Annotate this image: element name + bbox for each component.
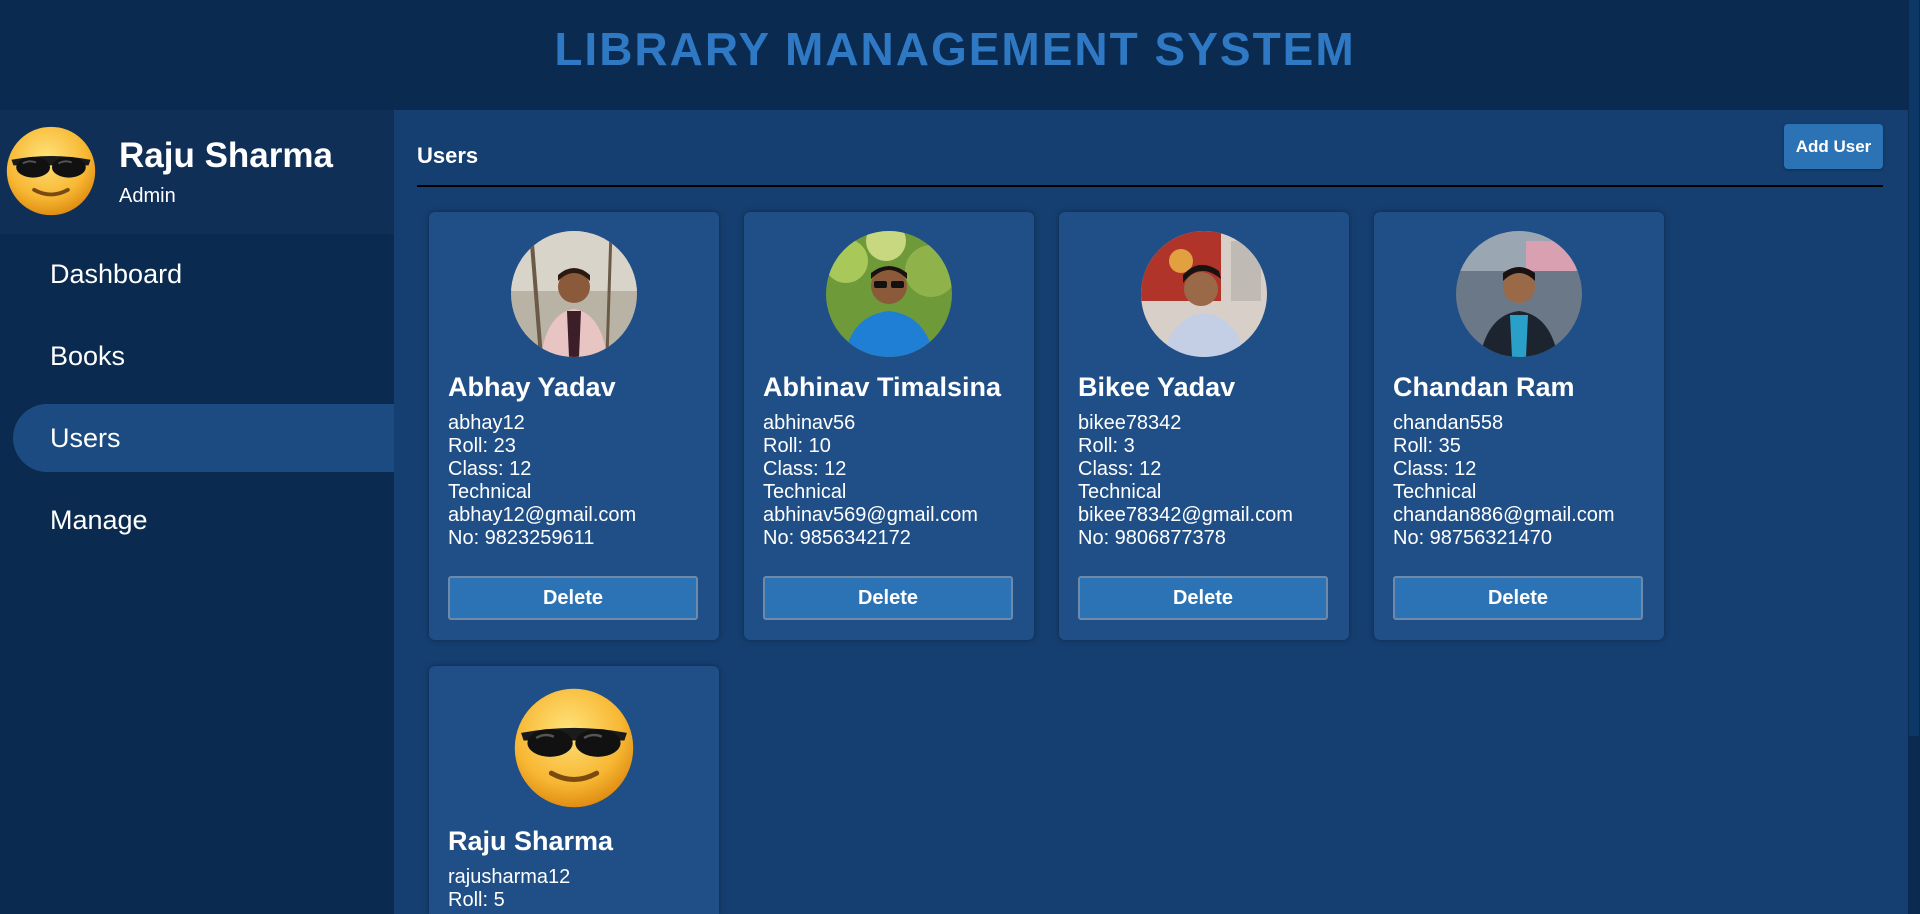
user-roll: Roll: 10 bbox=[763, 435, 831, 457]
user-email: bikee78342@gmail.com bbox=[1078, 504, 1293, 526]
user-roll: Roll: 35 bbox=[1393, 435, 1461, 457]
user-class: Class: 12 bbox=[1078, 458, 1162, 480]
user-username: rajusharma12 bbox=[448, 866, 571, 888]
user-class: Class: 12 bbox=[448, 458, 532, 480]
user-photo bbox=[1456, 231, 1582, 357]
app-title: LIBRARY MANAGEMENT SYSTEM bbox=[554, 23, 1356, 75]
user-stream: Technical bbox=[1078, 481, 1162, 503]
user-details: chandan558 Roll: 35 Class: 12 Technical … bbox=[1393, 412, 1615, 550]
user-username: chandan558 bbox=[1393, 412, 1504, 434]
user-stream: Technical bbox=[448, 481, 532, 503]
header-divider bbox=[417, 185, 1883, 187]
user-details: rajusharma12 Roll: 5 bbox=[448, 866, 570, 912]
user-class: Class: 12 bbox=[1393, 458, 1477, 480]
user-name: Bikee Yadav bbox=[1078, 372, 1236, 402]
user-email: chandan886@gmail.com bbox=[1393, 504, 1615, 526]
delete-button[interactable]: Delete bbox=[763, 576, 1013, 620]
user-roll: Roll: 3 bbox=[1078, 435, 1135, 457]
profile-panel: Raju Sharma Admin bbox=[0, 110, 394, 234]
user-details: bikee78342 Roll: 3 Class: 12 Technical b… bbox=[1078, 412, 1293, 550]
user-email: abhinav569@gmail.com bbox=[763, 504, 978, 526]
sidebar-item-users[interactable]: Users bbox=[13, 404, 394, 472]
sidebar-item-dashboard[interactable]: Dashboard bbox=[13, 240, 394, 308]
user-phone: No: 9823259611 bbox=[448, 527, 595, 549]
sidebar-item-manage[interactable]: Manage bbox=[13, 486, 394, 554]
user-photo bbox=[511, 231, 637, 357]
delete-button[interactable]: Delete bbox=[448, 576, 698, 620]
add-user-button[interactable]: Add User bbox=[1784, 124, 1883, 169]
user-card: Raju Sharma rajusharma12 Roll: 5 bbox=[429, 666, 719, 914]
user-class: Class: 12 bbox=[763, 458, 847, 480]
sunglasses-emoji-icon bbox=[6, 126, 96, 216]
user-phone: No: 9856342172 bbox=[763, 527, 911, 549]
delete-button[interactable]: Delete bbox=[1078, 576, 1328, 620]
user-name: Raju Sharma bbox=[448, 826, 614, 856]
page-title: Users bbox=[417, 143, 479, 168]
user-email: abhay12@gmail.com bbox=[448, 504, 637, 526]
user-name: Abhinav Timalsina bbox=[763, 372, 1002, 402]
user-phone: No: 98756321470 bbox=[1393, 527, 1553, 549]
user-name: Abhay Yadav bbox=[448, 372, 616, 402]
user-details: abhinav56 Roll: 10 Class: 12 Technical a… bbox=[763, 412, 978, 550]
user-phone: No: 9806877378 bbox=[1078, 527, 1226, 549]
scrollbar-thumb[interactable] bbox=[1909, 0, 1919, 736]
profile-name: Raju Sharma bbox=[119, 136, 333, 175]
user-stream: Technical bbox=[763, 481, 847, 503]
user-stream: Technical bbox=[1393, 481, 1477, 503]
user-photo bbox=[826, 231, 952, 357]
sunglasses-emoji-icon bbox=[514, 688, 634, 808]
user-photo bbox=[1141, 231, 1267, 357]
user-card: Abhinav Timalsina abhinav56 Roll: 10 Cla… bbox=[744, 212, 1034, 640]
sidebar: Raju Sharma Admin Dashboard Books Users … bbox=[0, 110, 394, 914]
delete-button[interactable]: Delete bbox=[1393, 576, 1643, 620]
user-username: abhinav56 bbox=[763, 412, 856, 434]
user-card: Abhay Yadav abhay12 Roll: 23 Class: 12 T… bbox=[429, 212, 719, 640]
top-header: LIBRARY MANAGEMENT SYSTEM bbox=[0, 0, 1920, 110]
user-username: bikee78342 bbox=[1078, 412, 1182, 434]
profile-role: Admin bbox=[119, 185, 176, 207]
user-details: abhay12 Roll: 23 Class: 12 Technical abh… bbox=[448, 412, 636, 550]
user-name: Chandan Ram bbox=[1393, 372, 1575, 402]
user-card: Chandan Ram chandan558 Roll: 35 Class: 1… bbox=[1374, 212, 1664, 640]
user-username: abhay12 bbox=[448, 412, 525, 434]
user-roll: Roll: 23 bbox=[448, 435, 516, 457]
user-card: Bikee Yadav bikee78342 Roll: 3 Class: 12… bbox=[1059, 212, 1349, 640]
sidebar-item-books[interactable]: Books bbox=[13, 322, 394, 390]
user-roll: Roll: 5 bbox=[448, 889, 505, 911]
